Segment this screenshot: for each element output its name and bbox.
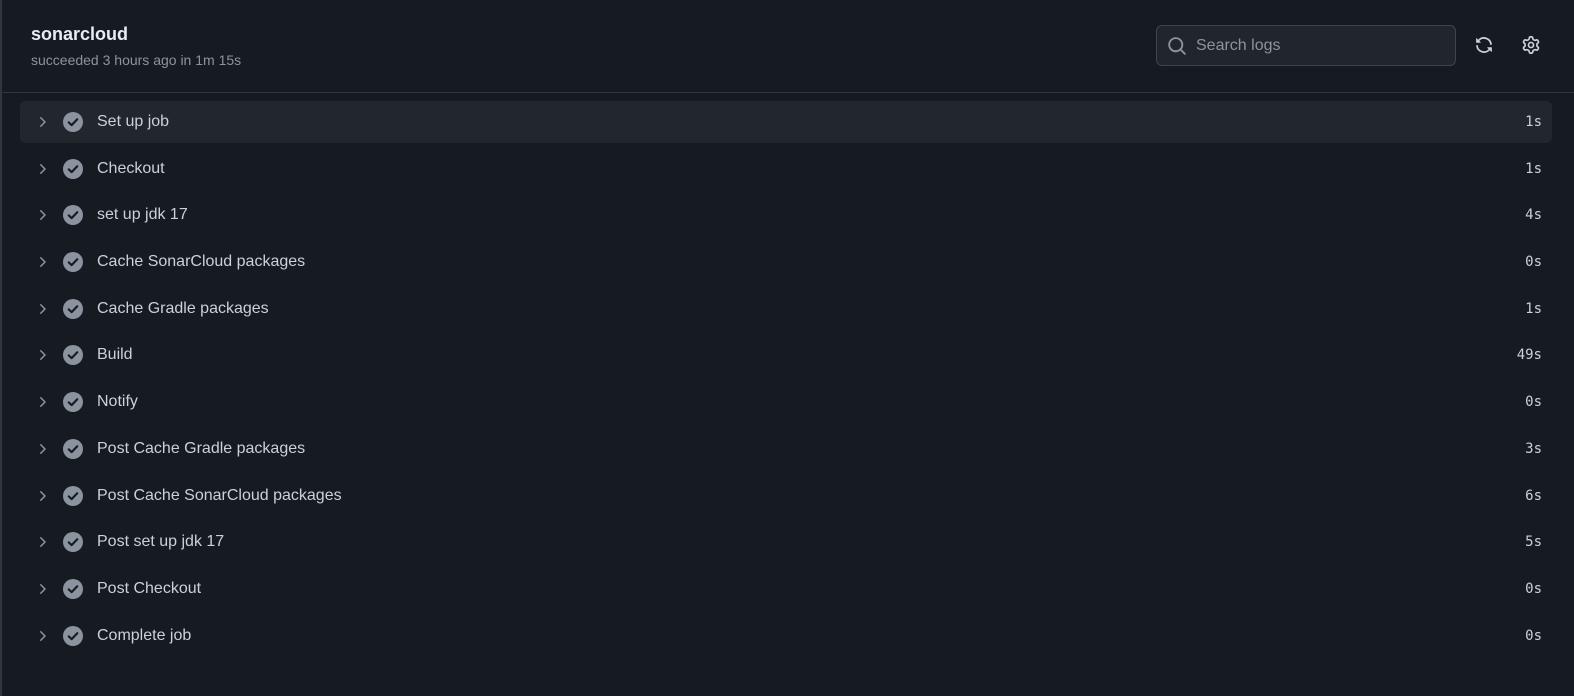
job-status-summary: succeeded 3 hours ago in 1m 15s [31, 52, 242, 68]
step-label: Cache SonarCloud packages [97, 253, 306, 271]
step-label: Post set up jdk 17 [97, 533, 225, 551]
step-label: Post Checkout [97, 579, 202, 597]
step-duration: 5s [1525, 534, 1542, 551]
chevron-right-icon[interactable] [34, 301, 50, 317]
step-duration: 0s [1525, 254, 1542, 271]
step-row[interactable]: Checkout 1s [20, 148, 1552, 190]
step-duration: 1s [1525, 300, 1542, 317]
step-row[interactable]: Cache Gradle packages 1s [20, 288, 1552, 330]
step-row[interactable]: set up jdk 17 4s [20, 194, 1552, 236]
chevron-right-icon[interactable] [34, 207, 50, 223]
step-label: Post Cache SonarCloud packages [97, 486, 342, 504]
step-duration: 3s [1525, 440, 1542, 457]
step-duration: 1s [1525, 114, 1542, 130]
step-duration: 0s [1525, 394, 1542, 411]
chevron-right-icon[interactable] [34, 441, 50, 457]
job-header: sonarcloud succeeded 3 hours ago in 1m 1… [2, 0, 1574, 93]
step-duration: 0s [1525, 580, 1542, 597]
step-duration: 6s [1525, 487, 1542, 504]
check-circle-icon [63, 438, 83, 459]
step-label: Cache Gradle packages [97, 299, 269, 317]
step-duration: 0s [1525, 627, 1542, 644]
step-row[interactable]: Post Cache SonarCloud packages 6s [20, 475, 1552, 517]
step-row[interactable]: Post set up jdk 17 5s [20, 521, 1552, 563]
chevron-right-icon[interactable] [34, 394, 50, 410]
step-label: Checkout [97, 159, 165, 177]
step-label: Notify [97, 393, 138, 411]
step-row[interactable]: Post Cache Gradle packages 3s [20, 428, 1552, 470]
check-circle-icon [63, 578, 83, 599]
step-row[interactable]: Build 49s [20, 334, 1552, 376]
chevron-right-icon[interactable] [34, 114, 50, 130]
step-row[interactable]: Cache SonarCloud packages 0s [20, 241, 1552, 283]
job-logs-panel: sonarcloud succeeded 3 hours ago in 1m 1… [0, 0, 1574, 696]
chevron-right-icon[interactable] [34, 254, 50, 270]
gear-icon [1522, 36, 1540, 54]
chevron-right-icon[interactable] [34, 488, 50, 504]
step-duration: 49s [1516, 347, 1542, 364]
step-label: Set up job [97, 113, 170, 130]
check-circle-icon [63, 158, 83, 179]
step-row[interactable]: Set up job 1s [20, 101, 1552, 143]
sync-icon [1476, 37, 1492, 53]
search-logs-input[interactable] [1187, 26, 1455, 65]
check-circle-icon [63, 112, 83, 132]
chevron-right-icon[interactable] [34, 347, 50, 363]
step-label: Complete job [97, 626, 192, 644]
check-circle-icon [63, 298, 83, 319]
step-label: Build [97, 346, 133, 364]
chevron-right-icon[interactable] [34, 161, 50, 177]
step-label: set up jdk 17 [97, 206, 188, 224]
job-title: sonarcloud [31, 24, 129, 44]
step-row[interactable]: Complete job 0s [20, 615, 1552, 657]
check-circle-icon [63, 345, 83, 366]
step-row[interactable]: Post Checkout 0s [20, 568, 1552, 610]
step-duration: 4s [1525, 207, 1542, 224]
steps-list: Set up job 1s Checkout 1s set up jdk 17 … [20, 101, 1552, 661]
chevron-right-icon[interactable] [34, 581, 50, 597]
settings-button[interactable] [1517, 31, 1545, 59]
step-label: Post Cache Gradle packages [97, 439, 306, 457]
chevron-right-icon[interactable] [34, 534, 50, 550]
check-circle-icon [63, 625, 83, 646]
check-circle-icon [63, 485, 83, 506]
chevron-right-icon[interactable] [34, 628, 50, 644]
step-duration: 1s [1525, 160, 1542, 177]
search-logs-box[interactable] [1156, 25, 1456, 66]
check-circle-icon [63, 532, 83, 553]
check-circle-icon [63, 392, 83, 413]
search-icon [1168, 36, 1186, 55]
refresh-button[interactable] [1470, 31, 1498, 59]
check-circle-icon [63, 252, 83, 273]
step-row[interactable]: Notify 0s [20, 381, 1552, 423]
check-circle-icon [63, 205, 83, 226]
